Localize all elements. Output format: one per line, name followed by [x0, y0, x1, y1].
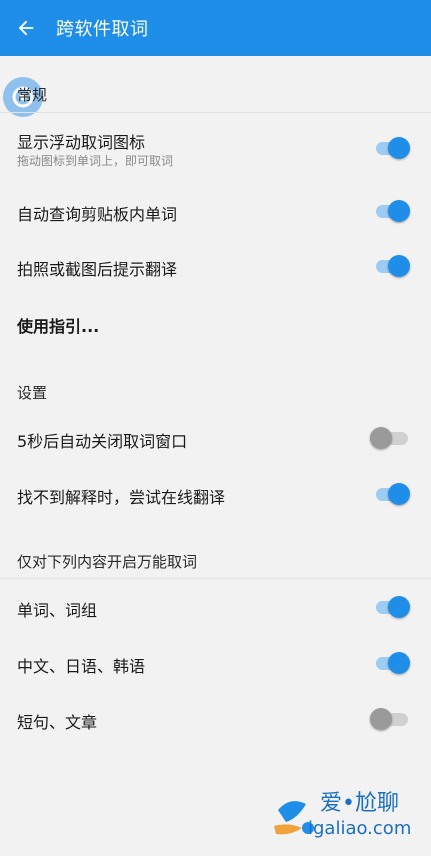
setting-row-cjk[interactable]: 中文、日语、韩语 [0, 642, 431, 686]
section-title-universal: 仅对下列内容开启万能取词 [17, 553, 198, 571]
setting-row-auto-close[interactable]: 5秒后自动关闭取词窗口 [0, 417, 431, 461]
section-title-general: 常规 [17, 86, 48, 104]
setting-row-photo-translate[interactable]: 拍照或截图后提示翻译 [0, 245, 431, 289]
setting-label: 自动查询剪贴板内单词 [17, 205, 178, 224]
setting-label: 显示浮动取词图标 [17, 133, 146, 152]
divider [0, 112, 431, 113]
toggle-switch[interactable] [374, 651, 410, 675]
setting-row-sentences[interactable]: 短句、文章 [0, 698, 431, 742]
section-title-settings: 设置 [17, 384, 48, 402]
toggle-switch[interactable] [374, 482, 410, 506]
setting-row-usage-guide[interactable]: 使用指引... [0, 302, 431, 346]
page-title: 跨软件取词 [56, 19, 149, 40]
svg-text:igaliao.com: igaliao.com [308, 818, 411, 839]
toggle-switch[interactable] [374, 136, 410, 160]
app-bar: 跨软件取词 [0, 0, 431, 56]
setting-label: 找不到解释时，尝试在线翻译 [17, 488, 226, 507]
svg-text:爱•尬聊: 爱•尬聊 [320, 791, 399, 816]
setting-row-show-floating-icon[interactable]: 显示浮动取词图标 拖动图标到单词上，即可取词 [0, 120, 431, 176]
setting-row-auto-clipboard[interactable]: 自动查询剪贴板内单词 [0, 190, 431, 234]
toggle-switch[interactable] [374, 199, 410, 223]
setting-label: 中文、日语、韩语 [17, 657, 146, 676]
toggle-switch[interactable] [374, 254, 410, 278]
toggle-switch[interactable] [370, 707, 410, 731]
watermark-logo: 爱•尬聊 igaliao.com [268, 782, 431, 852]
setting-label: 5秒后自动关闭取词窗口 [17, 432, 188, 451]
toggle-switch[interactable] [370, 426, 410, 450]
setting-label: 拍照或截图后提示翻译 [17, 260, 178, 279]
toggle-switch[interactable] [374, 595, 410, 619]
usage-guide-link[interactable]: 使用指引... [17, 313, 99, 337]
setting-row-online-translate[interactable]: 找不到解释时，尝试在线翻译 [0, 473, 431, 517]
divider [0, 578, 431, 579]
setting-subtitle: 拖动图标到单词上，即可取词 [17, 154, 174, 168]
setting-row-words[interactable]: 单词、词组 [0, 586, 431, 630]
setting-label: 单词、词组 [17, 601, 98, 620]
back-button[interactable] [0, 0, 52, 56]
setting-label: 短句、文章 [17, 713, 98, 732]
arrow-left-icon [18, 20, 34, 36]
